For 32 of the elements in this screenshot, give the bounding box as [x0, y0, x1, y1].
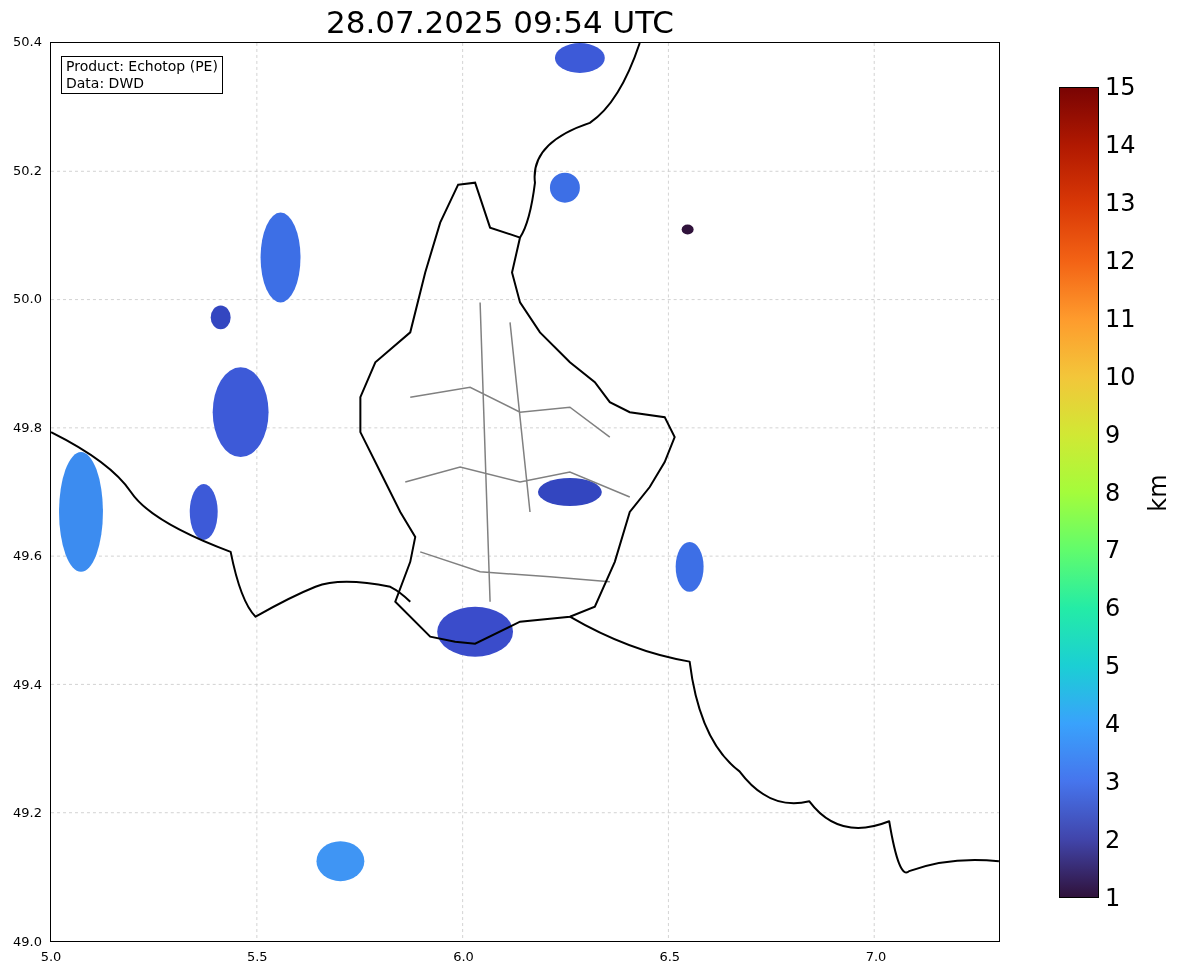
colorbar-tick-label: 11: [1105, 304, 1136, 333]
y-tick-label: 49.2: [13, 805, 42, 822]
x-tick-label: 7.0: [864, 949, 888, 965]
colorbar-tick-label: 7: [1105, 536, 1121, 565]
colorbar-tick-label: 9: [1105, 420, 1121, 449]
colorbar-tick-label: 5: [1105, 652, 1121, 681]
colorbar-tick-label: 8: [1105, 478, 1121, 507]
y-tick-label: 49.6: [13, 548, 42, 565]
y-tick-label: 50.2: [13, 162, 42, 179]
colorbar-tick-label: 4: [1105, 710, 1121, 739]
x-tick-label: 5.0: [39, 949, 63, 965]
colorbar-tick-label: 2: [1105, 826, 1121, 855]
y-tick-label: 50.0: [13, 291, 42, 308]
info-text: Data: DWD: [66, 75, 145, 92]
x-tick-label: 6.5: [658, 949, 682, 965]
y-tick-label: 49.8: [13, 419, 42, 436]
y-tick-label: 50.4: [13, 34, 42, 50]
x-tick-label: 5.5: [245, 949, 269, 965]
colorbar-tick-label: 15: [1105, 73, 1136, 101]
y-tick-label: 49.4: [13, 676, 42, 693]
y-tick-label: 49.0: [13, 934, 42, 950]
colorbar-tick-label: 12: [1105, 246, 1136, 275]
colorbar-tick-label: 10: [1105, 362, 1136, 391]
info-text: Product: Echotop (PE): [66, 58, 218, 75]
colorbar-tick-label: 13: [1105, 188, 1136, 217]
chart-title: 28.07.2025 09:54 UTC: [326, 3, 674, 42]
colorbar-tick-label: 6: [1105, 594, 1121, 623]
colorbar-tick-label: 14: [1105, 130, 1136, 159]
colorbar-tick-label: 3: [1105, 768, 1121, 797]
x-tick-label: 6.0: [452, 949, 475, 965]
colorbar-tick-label: 1: [1105, 884, 1121, 912]
colorbar-label: km: [1143, 473, 1172, 512]
